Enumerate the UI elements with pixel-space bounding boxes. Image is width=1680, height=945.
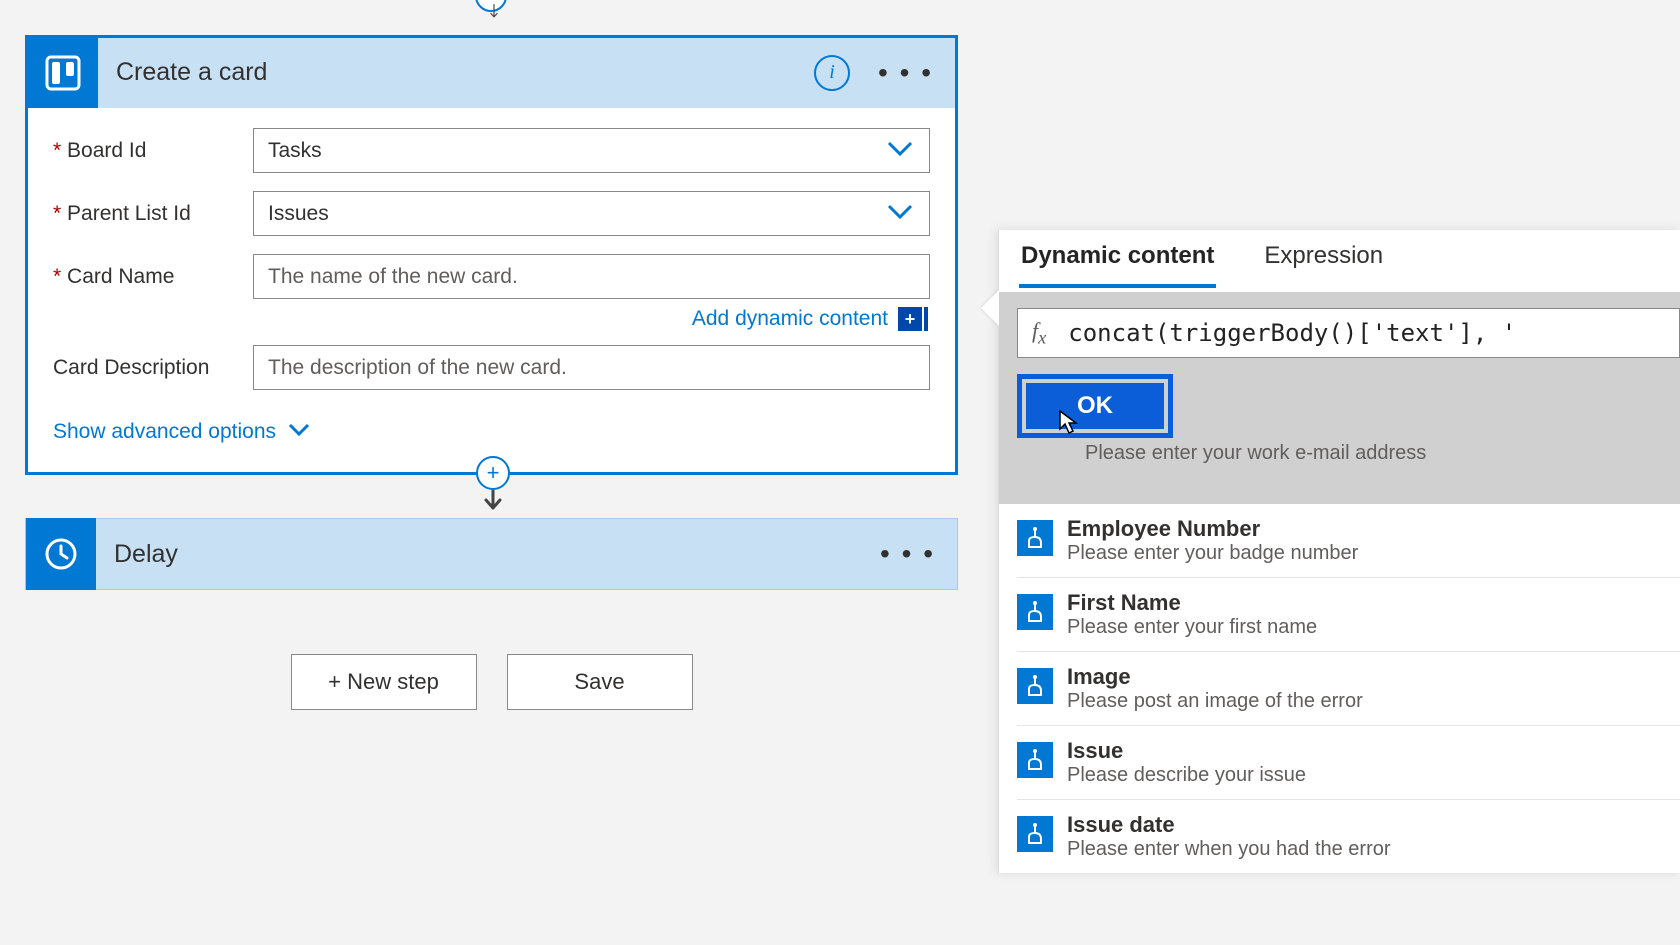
dc-item-issue-date[interactable]: Issue date Please enter when you had the… — [1017, 800, 1680, 873]
plus-icon: + — [898, 307, 922, 331]
info-icon[interactable]: i — [814, 55, 850, 91]
add-dynamic-content-link[interactable]: Add dynamic content + — [53, 307, 930, 331]
chevron-down-icon — [887, 139, 913, 163]
flow-connector: + — [475, 456, 511, 520]
chevron-down-icon — [288, 423, 310, 442]
trello-icon — [28, 38, 98, 108]
touch-icon — [1017, 520, 1053, 556]
card-description-label: Card Description — [53, 356, 253, 380]
delay-step[interactable]: Delay • • • — [25, 518, 958, 590]
touch-icon — [1017, 816, 1053, 852]
card-name-input[interactable]: The name of the new card. — [253, 254, 930, 299]
touch-icon — [1017, 594, 1053, 630]
parent-list-id-label: * Parent List Id — [53, 202, 253, 226]
save-button[interactable]: Save — [507, 654, 693, 710]
callout-pointer-icon — [981, 290, 999, 326]
touch-icon — [1017, 668, 1053, 704]
card-name-label: * Card Name — [53, 265, 253, 289]
ok-button[interactable]: OK — [1026, 383, 1164, 429]
more-icon[interactable]: • • • — [880, 536, 935, 572]
new-step-button[interactable]: + New step — [291, 654, 477, 710]
touch-icon — [1017, 742, 1053, 778]
dc-item-first-name[interactable]: First Name Please enter your first name — [1017, 578, 1680, 652]
dynamic-content-panel: Dynamic content Expression fx concat(tri… — [998, 230, 1680, 873]
expression-input[interactable]: fx concat(triggerBody()['text'], ' — [1017, 308, 1680, 358]
ok-button-highlight: OK — [1017, 374, 1173, 438]
dc-item-email-partial[interactable]: Email Please enter your work e-mail addr… — [1035, 442, 1680, 494]
arrow-down-icon — [483, 490, 503, 517]
tab-expression[interactable]: Expression — [1262, 236, 1385, 288]
more-icon[interactable]: • • • — [878, 55, 933, 91]
dc-item-image[interactable]: Image Please post an image of the error — [1017, 652, 1680, 726]
card-description-input[interactable]: The description of the new card. — [253, 345, 930, 390]
add-step-button[interactable]: + — [476, 456, 510, 490]
create-card-header[interactable]: Create a card i • • • — [28, 38, 955, 108]
flow-arrow-in — [489, 0, 499, 35]
dc-item-employee-number[interactable]: Employee Number Please enter your badge … — [1017, 504, 1680, 578]
tab-dynamic-content[interactable]: Dynamic content — [1019, 236, 1216, 288]
parent-list-id-select[interactable]: Issues — [253, 191, 930, 236]
dc-item-issue[interactable]: Issue Please describe your issue — [1017, 726, 1680, 800]
delay-title: Delay — [96, 540, 880, 569]
fx-icon: fx — [1032, 318, 1046, 348]
create-card-step: Create a card i • • • * Board Id Tasks *… — [25, 35, 958, 475]
create-card-title: Create a card — [98, 58, 814, 87]
delay-icon — [26, 518, 96, 590]
board-id-select[interactable]: Tasks — [253, 128, 930, 173]
board-id-label: * Board Id — [53, 139, 253, 163]
chevron-down-icon — [887, 202, 913, 226]
show-advanced-options-link[interactable]: Show advanced options — [53, 420, 930, 444]
